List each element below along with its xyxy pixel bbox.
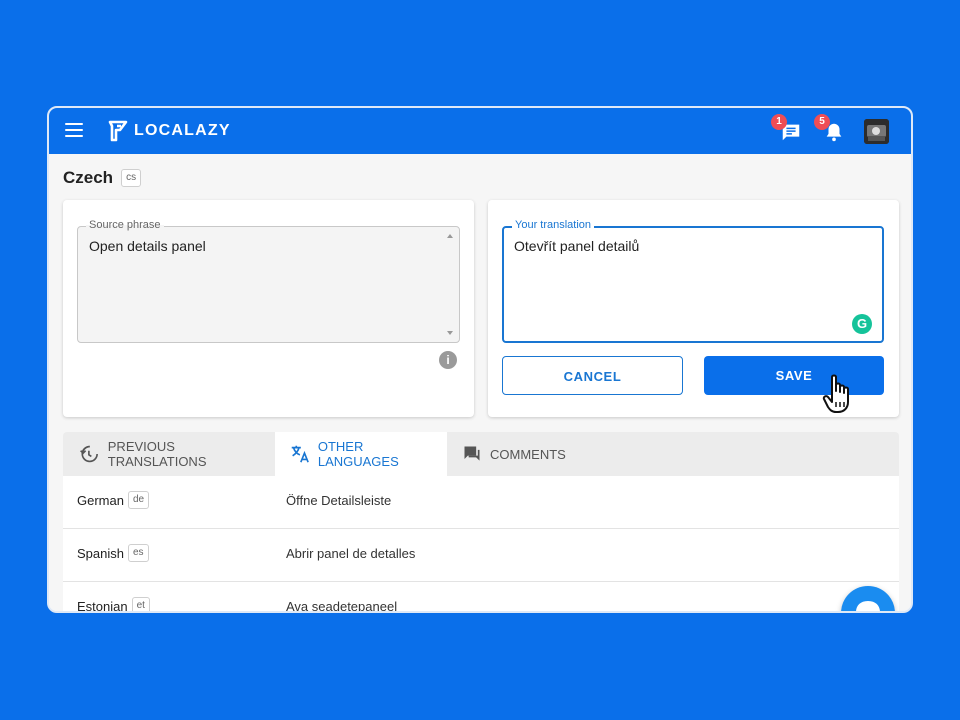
tab-other-languages[interactable]: OTHER LANGUAGES bbox=[275, 432, 447, 476]
tab-label: PREVIOUS TRANSLATIONS bbox=[107, 439, 207, 469]
row-language-name: Spanish bbox=[77, 545, 124, 561]
grammarly-icon[interactable]: G bbox=[852, 314, 872, 334]
row-translation: Öffne Detailsleiste bbox=[286, 493, 392, 508]
list-item[interactable]: Spanish es Abrir panel de detalles bbox=[63, 529, 899, 582]
notifications-badge: 5 bbox=[814, 114, 830, 130]
menu-icon[interactable] bbox=[65, 123, 83, 137]
main-content: Czech cs Source phrase Open details pane… bbox=[49, 154, 911, 613]
list-item[interactable]: German de Öffne Detailsleiste bbox=[63, 476, 899, 529]
messages-button[interactable]: 1 bbox=[771, 114, 802, 143]
row-language-name: Estonian bbox=[77, 598, 128, 613]
source-phrase-field: Source phrase Open details panel bbox=[77, 219, 460, 343]
source-card: Source phrase Open details panel i bbox=[63, 200, 474, 417]
chat-widget-button[interactable] bbox=[841, 586, 895, 611]
cancel-button[interactable]: CANCEL bbox=[502, 356, 683, 395]
tab-comments[interactable]: COMMENTS bbox=[447, 432, 597, 476]
row-language-code: es bbox=[127, 544, 149, 562]
app-window: LOCALAZY 1 5 Czech cs Source phrase Open… bbox=[47, 106, 913, 613]
row-translation: Abrir panel de detalles bbox=[286, 546, 416, 561]
history-icon bbox=[80, 445, 98, 463]
localazy-logo-icon bbox=[108, 120, 128, 142]
translation-label: Your translation bbox=[512, 219, 595, 231]
translation-text[interactable]: Otevřít panel detailů bbox=[514, 238, 639, 254]
scroll-up-icon[interactable] bbox=[446, 233, 454, 239]
chat-bubble-icon bbox=[856, 601, 880, 611]
current-language: Czech cs bbox=[63, 168, 142, 188]
language-name: Czech bbox=[63, 168, 114, 187]
tab-previous-translations[interactable]: PREVIOUS TRANSLATIONS bbox=[63, 432, 275, 476]
messages-badge: 1 bbox=[771, 114, 787, 130]
translation-field[interactable]: Your translation Otevřít panel detailů G bbox=[502, 219, 884, 343]
list-item[interactable]: Estonian et Ava seadetepaneel bbox=[63, 582, 899, 613]
source-phrase-label: Source phrase bbox=[86, 219, 164, 231]
row-language-code: de bbox=[127, 491, 150, 509]
scroll-down-icon[interactable] bbox=[446, 330, 454, 336]
user-avatar[interactable] bbox=[864, 119, 889, 144]
save-button[interactable]: SAVE bbox=[704, 356, 884, 395]
info-icon[interactable]: i bbox=[439, 351, 457, 369]
translate-icon bbox=[291, 445, 309, 463]
language-code-chip: cs bbox=[121, 169, 142, 187]
localazy-logo[interactable]: LOCALAZY bbox=[108, 120, 231, 142]
row-translation: Ava seadetepaneel bbox=[286, 599, 398, 613]
logo-text: LOCALAZY bbox=[134, 122, 231, 139]
tab-label: COMMENTS bbox=[490, 446, 566, 462]
tab-label: OTHER LANGUAGES bbox=[317, 439, 399, 469]
row-language-name: German bbox=[77, 492, 124, 508]
tab-bar: PREVIOUS TRANSLATIONS OTHER LANGUAGES CO… bbox=[63, 432, 899, 476]
top-app-bar: LOCALAZY 1 5 bbox=[49, 108, 911, 154]
hand-cursor-icon bbox=[822, 374, 849, 413]
notifications-button[interactable]: 5 bbox=[814, 114, 845, 143]
source-phrase-text: Open details panel bbox=[89, 238, 206, 254]
other-languages-list: German de Öffne Detailsleiste Spanish es… bbox=[63, 476, 899, 613]
translation-card: Your translation Otevřít panel detailů G… bbox=[488, 200, 899, 417]
comment-icon bbox=[464, 446, 480, 461]
row-language-code: et bbox=[131, 597, 150, 611]
